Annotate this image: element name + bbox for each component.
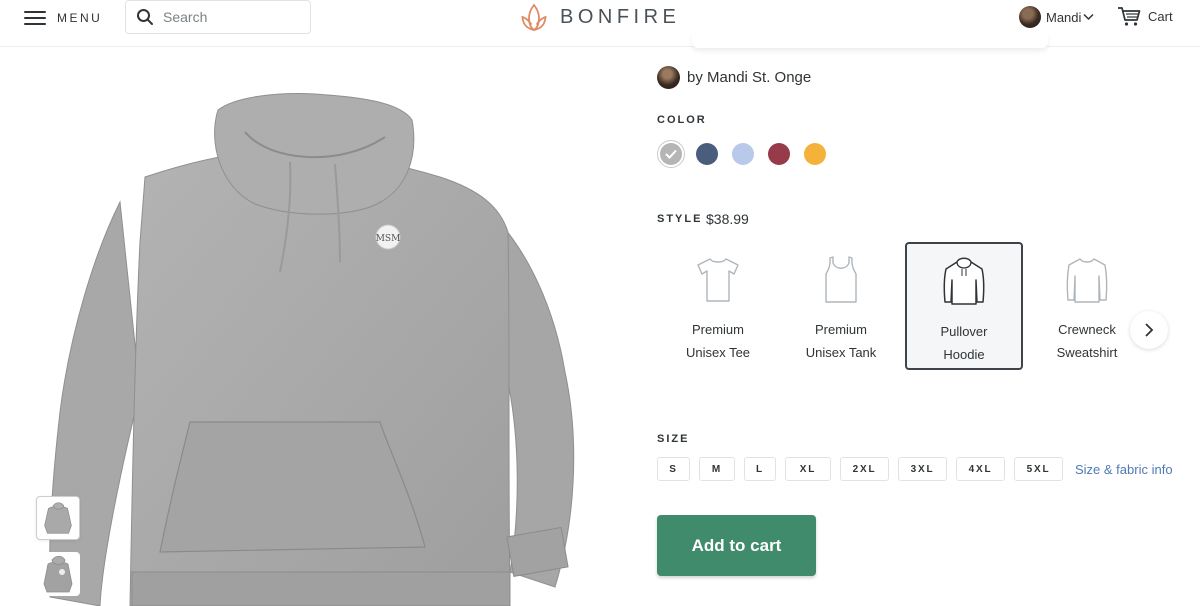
style-name: Premium Unisex Tee [685, 322, 751, 360]
sweatshirt-icon [1066, 258, 1108, 303]
size-option-4xl[interactable]: 4XL [956, 457, 1005, 481]
size-label: SIZE [657, 433, 690, 445]
color-label: COLOR [657, 114, 707, 126]
avatar [1019, 6, 1041, 28]
product-thumbnail-front[interactable] [36, 496, 80, 540]
account-menu[interactable]: Mandi [1019, 6, 1094, 28]
size-fabric-info-link[interactable]: Size & fabric info [1075, 462, 1173, 477]
cart-icon [1118, 7, 1141, 26]
color-swatch-light-blue[interactable] [732, 143, 754, 165]
tshirt-icon [697, 258, 739, 302]
account-name: Mandi [1046, 9, 1082, 25]
creator-name: by Mandi St. Onge [687, 69, 812, 86]
add-to-cart-button[interactable]: Add to cart [657, 515, 816, 576]
size-option-2xl[interactable]: 2XL [840, 457, 889, 481]
cart-button[interactable]: Cart [1117, 6, 1173, 27]
avatar [657, 66, 680, 89]
color-swatch-maroon[interactable] [768, 143, 790, 165]
color-swatch-navy[interactable] [696, 143, 718, 165]
cart-label: Cart [1148, 9, 1173, 24]
tank-top-icon [825, 256, 857, 303]
menu-button[interactable]: MENU [24, 6, 102, 30]
size-option-l[interactable]: L [744, 457, 776, 481]
chevron-down-icon [1083, 13, 1094, 21]
size-option-5xl[interactable]: 5XL [1014, 457, 1063, 481]
color-swatch-heather-grey[interactable] [657, 140, 685, 168]
style-option-unisex-tank[interactable]: Premium Unisex Tank [782, 242, 900, 370]
style-name: Crewneck Sweatshirt [1056, 322, 1118, 360]
styles-next-button[interactable] [1130, 311, 1168, 349]
brand-name: BONFIRE [560, 5, 681, 28]
color-swatch-gold[interactable] [804, 143, 826, 165]
title-card-edge [692, 34, 1048, 48]
hoodie-thumbnail-icon [44, 502, 72, 534]
style-option-unisex-tee[interactable]: Premium Unisex Tee [659, 242, 777, 370]
chest-monogram: MSM [376, 234, 401, 244]
style-name: Pullover Hoodie [940, 324, 988, 362]
swatch-fill [660, 143, 682, 165]
creator-info[interactable]: by Mandi St. Onge [657, 66, 811, 89]
checkmark-icon [665, 149, 677, 159]
size-option-3xl[interactable]: 3XL [898, 457, 947, 481]
size-options: S M L XL 2XL 3XL 4XL 5XL Size & fabric i… [657, 457, 1173, 481]
hoodie-thumbnail-icon [43, 555, 73, 593]
size-option-xl[interactable]: XL [785, 457, 831, 481]
style-option-crewneck-sweatshirt[interactable]: Crewneck Sweatshirt [1028, 242, 1146, 370]
hamburger-icon [24, 10, 46, 26]
product-image-hoodie: MSM [49, 93, 575, 606]
search-input[interactable] [161, 8, 305, 26]
size-option-s[interactable]: S [657, 457, 690, 481]
brand-logo[interactable]: BONFIRE [520, 2, 680, 32]
style-name: Premium Unisex Tank [805, 322, 877, 360]
search-icon [137, 9, 153, 25]
color-swatches [657, 140, 840, 168]
menu-label: MENU [57, 11, 103, 25]
size-option-m[interactable]: M [699, 457, 735, 481]
chevron-right-icon [1145, 323, 1154, 337]
flame-logo-icon [521, 3, 547, 32]
hoodie-icon [943, 257, 985, 305]
product-thumbnail-back[interactable] [36, 552, 80, 596]
search-box[interactable] [125, 0, 311, 34]
style-price: $38.99 [706, 211, 749, 227]
style-label: STYLE [657, 213, 703, 225]
style-option-pullover-hoodie[interactable]: Pullover Hoodie [905, 242, 1023, 370]
